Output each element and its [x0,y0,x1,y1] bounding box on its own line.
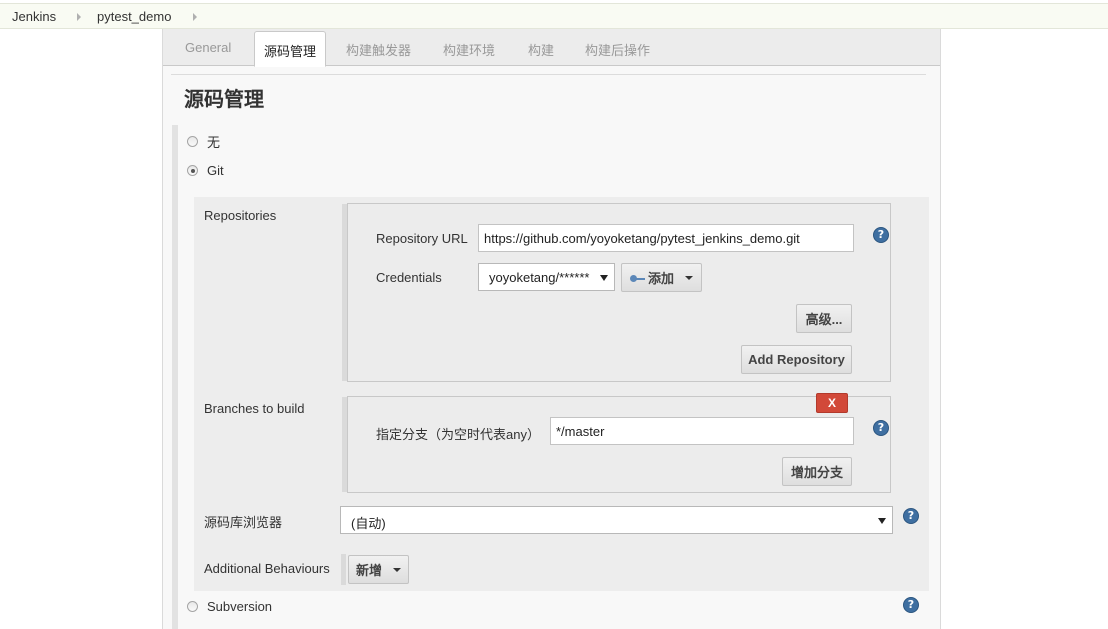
repository-entry-panel: Repository URL Credentials yoyoketang/**… [342,203,891,382]
scm-option-git[interactable]: Git [187,163,224,178]
tab-build-triggers[interactable]: 构建触发器 [346,40,411,59]
radio-subversion-label: Subversion [207,599,273,614]
behaviours-indent-bar [341,554,346,585]
add-credentials-label: 添加 [647,271,674,286]
add-repository-button[interactable]: Add Repository [741,345,852,374]
git-config-block: Repositories Repository URL Credentials … [194,197,929,591]
help-icon[interactable]: ? [873,227,889,243]
breadcrumb-pytest-demo[interactable]: pytest_demo [97,9,171,24]
radio-none-label: 无 [207,135,221,150]
radio-git-label: Git [207,163,224,178]
chevron-down-icon [878,518,886,524]
credentials-select[interactable]: yoyoketang/****** [478,263,615,291]
add-behaviour-button[interactable]: 新增 [348,555,409,584]
tab-general[interactable]: General [185,40,231,55]
scm-option-none[interactable]: 无 [187,132,220,151]
tab-scm[interactable]: 源码管理 [254,31,327,67]
scm-option-subversion[interactable]: Subversion [187,599,272,614]
radio-subversion[interactable] [187,601,198,612]
branch-specifier-input[interactable] [550,417,854,445]
tab-bar: General 源码管理 构建触发器 构建环境 构建 构建后操作 [163,29,940,67]
delete-branch-button[interactable]: X [816,393,848,413]
breadcrumb-jenkins[interactable]: Jenkins [12,9,56,24]
branches-to-build-label: Branches to build [204,401,305,416]
key-icon [629,274,645,282]
tab-build-environment[interactable]: 构建环境 [443,40,495,59]
branch-specifier-label: 指定分支（为空时代表any） [376,427,540,442]
add-behaviour-label: 新增 [355,563,382,578]
breadcrumb: Jenkins pytest_demo [0,3,1108,29]
credentials-selected-value: yoyoketang/****** [489,270,590,285]
advanced-button[interactable]: 高级... [796,304,852,333]
repository-browser-select[interactable]: (自动) [340,506,893,534]
subpanel-indent-bar [342,397,347,492]
advanced-label: 高级... [805,312,843,327]
repository-browser-label: 源码库浏览器 [204,515,283,530]
add-branch-button[interactable]: 增加分支 [782,457,852,486]
chevron-down-icon [393,567,401,572]
add-branch-label: 增加分支 [790,465,843,480]
add-repository-label: Add Repository [748,352,845,367]
repositories-label: Repositories [204,208,277,223]
branch-entry-panel: X 指定分支（为空时代表any） 增加分支 [342,393,891,493]
radio-none[interactable] [187,136,198,147]
chevron-down-icon [600,275,608,281]
breadcrumb-separator-icon[interactable] [193,13,197,21]
section-title: 源码管理 [184,89,264,111]
config-panel: General 源码管理 构建触发器 构建环境 构建 构建后操作 源码管理 无 … [162,29,941,629]
breadcrumb-separator-icon[interactable] [77,13,81,21]
help-icon[interactable]: ? [903,597,919,613]
subpanel-indent-bar [342,204,347,381]
section-indent-bar [172,125,178,629]
repository-url-input[interactable] [478,224,854,252]
add-credentials-button[interactable]: 添加 [621,263,702,292]
tab-build[interactable]: 构建 [528,40,554,59]
chevron-down-icon [685,275,693,280]
credentials-label: Credentials [376,270,442,285]
help-icon[interactable]: ? [873,420,889,436]
additional-behaviours-label: Additional Behaviours [204,561,330,576]
repository-url-label: Repository URL [376,231,468,246]
repository-browser-value: (自动) [351,516,386,531]
tab-post-build[interactable]: 构建后操作 [585,40,650,59]
radio-git[interactable] [187,165,198,176]
help-icon[interactable]: ? [903,508,919,524]
section-divider [171,74,926,75]
